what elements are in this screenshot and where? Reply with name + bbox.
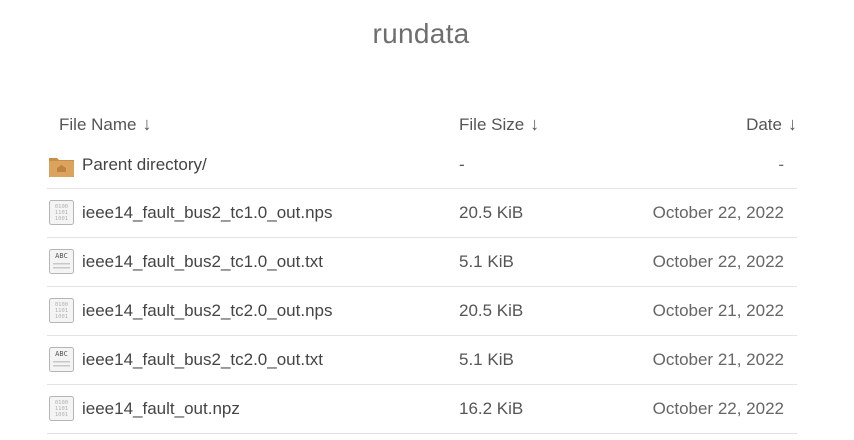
parent-directory-link[interactable]: Parent directory/ bbox=[82, 155, 207, 175]
directory-listing-page: rundata File Name ↓ File Size ↓ Date ↓ Pare… bbox=[0, 0, 854, 440]
sort-arrow-icon: ↓ bbox=[530, 114, 540, 134]
file-link[interactable]: ieee14_fault_bus2_tc2.0_out.txt bbox=[82, 350, 323, 370]
svg-text:ABC: ABC bbox=[55, 252, 68, 260]
folder-icon bbox=[49, 158, 74, 177]
binary-file-icon: 010011011001 bbox=[49, 200, 74, 225]
file-row[interactable]: ABC ieee14_fault_bus2_tc2.0_out.txt 5.1 … bbox=[47, 336, 797, 385]
binary-file-icon: 010011011001 bbox=[49, 396, 74, 421]
parent-directory-row[interactable]: Parent directory/ - - bbox=[47, 146, 797, 189]
file-date: October 21, 2022 bbox=[652, 350, 784, 369]
svg-text:ABC: ABC bbox=[55, 350, 68, 358]
svg-text:1001: 1001 bbox=[55, 412, 68, 418]
file-size: 20.5 KiB bbox=[459, 203, 524, 222]
file-row[interactable]: ABC ieee14_fault_bus2_tc1.0_out.txt 5.1 … bbox=[47, 238, 797, 287]
file-link[interactable]: ieee14_fault_bus2_tc1.0_out.nps bbox=[82, 203, 332, 223]
file-size: 20.5 KiB bbox=[459, 301, 524, 320]
file-link[interactable]: ieee14_fault_bus2_tc2.0_out.nps bbox=[82, 301, 332, 321]
file-row[interactable]: 0100 1101 1001 ieee14_fault_bus2_tc1.0_out… bbox=[47, 189, 797, 238]
file-date: October 22, 2022 bbox=[652, 203, 784, 222]
text-file-icon: ABC bbox=[49, 347, 74, 372]
file-size: 16.2 KiB bbox=[459, 399, 524, 418]
file-size: - bbox=[459, 155, 465, 174]
sort-arrow-icon: ↓ bbox=[788, 114, 797, 134]
file-date: October 22, 2022 bbox=[652, 252, 784, 271]
sort-by-size-header[interactable]: File Size ↓ bbox=[459, 114, 539, 135]
sort-by-name-header[interactable]: File Name ↓ bbox=[59, 114, 151, 135]
file-date: - bbox=[778, 155, 784, 174]
file-link[interactable]: ieee14_fault_bus2_tc1.0_out.txt bbox=[82, 252, 323, 272]
file-date: October 21, 2022 bbox=[652, 301, 784, 320]
binary-file-icon: 010011011001 bbox=[49, 298, 74, 323]
file-table: File Name ↓ File Size ↓ Date ↓ Parent direc… bbox=[47, 104, 797, 434]
file-size: 5.1 KiB bbox=[459, 350, 514, 369]
table-header: File Name ↓ File Size ↓ Date ↓ bbox=[47, 104, 797, 146]
svg-text:1001: 1001 bbox=[55, 216, 68, 222]
sort-arrow-icon: ↓ bbox=[142, 114, 152, 134]
svg-text:1001: 1001 bbox=[55, 314, 68, 320]
file-row[interactable]: 0100 1101 1001 ieee14_fault_bus2_tc2.0_out… bbox=[47, 287, 797, 336]
file-size: 5.1 KiB bbox=[459, 252, 514, 271]
file-date: October 22, 2022 bbox=[652, 399, 784, 418]
file-row[interactable]: 0100 1101 1001 ieee14_fault_out.npz 16.2 K… bbox=[47, 385, 797, 434]
text-file-icon: ABC bbox=[49, 249, 74, 274]
sort-by-date-header[interactable]: Date ↓ bbox=[746, 114, 797, 135]
file-link[interactable]: ieee14_fault_out.npz bbox=[82, 399, 240, 419]
page-title: rundata bbox=[372, 18, 470, 49]
